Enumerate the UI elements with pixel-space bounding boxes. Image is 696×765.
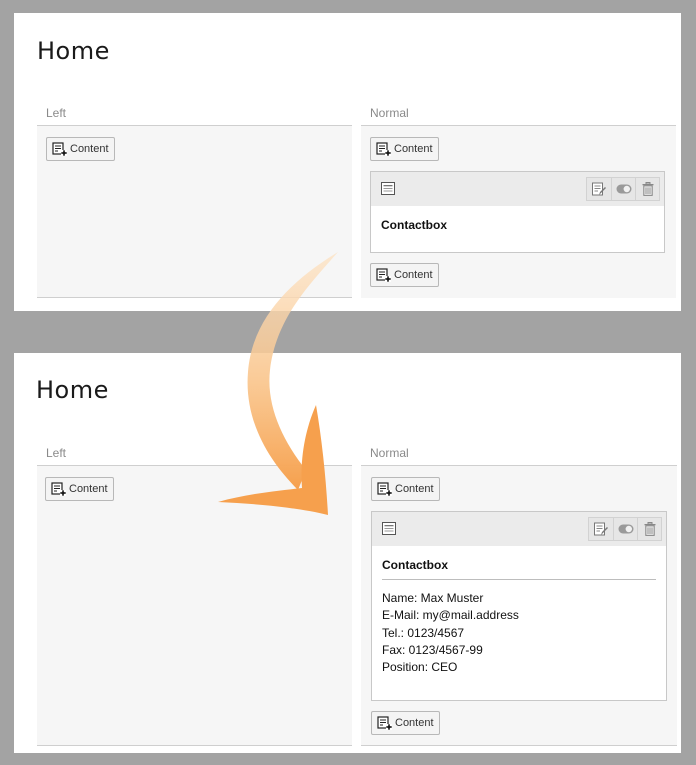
edit-button[interactable] bbox=[589, 518, 613, 540]
column-left: Left Content bbox=[37, 440, 352, 746]
column-header: Normal bbox=[361, 100, 676, 126]
backend-page-after: Home Left Content Normal Content Contact… bbox=[14, 353, 681, 753]
add-content-icon bbox=[377, 716, 392, 730]
toggle-visibility-icon bbox=[618, 524, 634, 534]
contact-position: Position: CEO bbox=[382, 660, 458, 675]
backend-page-before: Home Left Content Normal Content Contact… bbox=[14, 13, 681, 311]
add-content-icon bbox=[376, 142, 391, 156]
add-content-label: Content bbox=[395, 717, 434, 729]
element-toolbar bbox=[586, 177, 660, 201]
column-header: Left bbox=[37, 440, 352, 466]
column-header: Normal bbox=[361, 440, 677, 466]
toggle-visibility-button[interactable] bbox=[611, 178, 635, 200]
contact-details: Name: Max Muster E-Mail: my@mail.address… bbox=[382, 590, 519, 676]
column-normal: Normal Content bbox=[361, 440, 677, 746]
column-label-left: Left bbox=[46, 106, 67, 120]
add-content-button[interactable]: Content bbox=[370, 137, 439, 161]
contact-phone: Tel.: 0123/4567 bbox=[382, 625, 465, 640]
add-content-icon bbox=[376, 268, 391, 282]
column-header: Left bbox=[37, 100, 352, 126]
title-divider bbox=[382, 579, 656, 580]
column-label-left: Left bbox=[46, 446, 67, 460]
add-content-button[interactable]: Content bbox=[371, 477, 440, 501]
add-content-button[interactable]: Content bbox=[46, 137, 115, 161]
edit-button[interactable] bbox=[587, 178, 611, 200]
add-content-label: Content bbox=[70, 143, 109, 155]
column-footer-line bbox=[37, 297, 352, 298]
add-content-icon bbox=[52, 142, 67, 156]
column-left: Left Content bbox=[37, 100, 352, 298]
add-content-label: Content bbox=[394, 269, 433, 281]
contact-email: E-Mail: my@mail.address bbox=[382, 608, 519, 623]
delete-button[interactable] bbox=[637, 518, 661, 540]
add-content-button[interactable]: Content bbox=[45, 477, 114, 501]
content-element-title: Contactbox bbox=[382, 558, 448, 572]
edit-icon bbox=[592, 182, 606, 196]
content-element-header bbox=[371, 172, 664, 206]
column-label-normal: Normal bbox=[370, 446, 409, 460]
column-label-normal: Normal bbox=[370, 106, 409, 120]
delete-button[interactable] bbox=[635, 178, 659, 200]
content-element-icon bbox=[381, 182, 395, 195]
content-element-title: Contactbox bbox=[381, 218, 447, 232]
content-element[interactable]: Contactbox Name: Max Muster E-Mail: my@m… bbox=[371, 511, 667, 701]
content-element-icon bbox=[382, 522, 396, 535]
edit-icon bbox=[594, 522, 608, 536]
element-toolbar bbox=[588, 517, 662, 541]
column-footer-line bbox=[361, 745, 677, 746]
add-content-icon bbox=[51, 482, 66, 496]
add-content-label: Content bbox=[69, 483, 108, 495]
contact-name: Name: Max Muster bbox=[382, 591, 484, 605]
column-footer-line bbox=[37, 745, 352, 746]
trash-icon bbox=[642, 182, 654, 196]
column-normal: Normal Content bbox=[361, 100, 676, 298]
toggle-visibility-button[interactable] bbox=[613, 518, 637, 540]
content-element-header bbox=[372, 512, 666, 546]
content-element[interactable]: Contactbox bbox=[370, 171, 665, 253]
page-title: Home bbox=[37, 37, 110, 65]
add-content-icon bbox=[377, 482, 392, 496]
add-content-button[interactable]: Content bbox=[370, 263, 439, 287]
contact-fax: Fax: 0123/4567-99 bbox=[382, 642, 483, 657]
trash-icon bbox=[644, 522, 656, 536]
add-content-label: Content bbox=[395, 483, 434, 495]
page-title: Home bbox=[36, 376, 109, 404]
add-content-label: Content bbox=[394, 143, 433, 155]
toggle-visibility-icon bbox=[616, 184, 632, 194]
add-content-button[interactable]: Content bbox=[371, 711, 440, 735]
